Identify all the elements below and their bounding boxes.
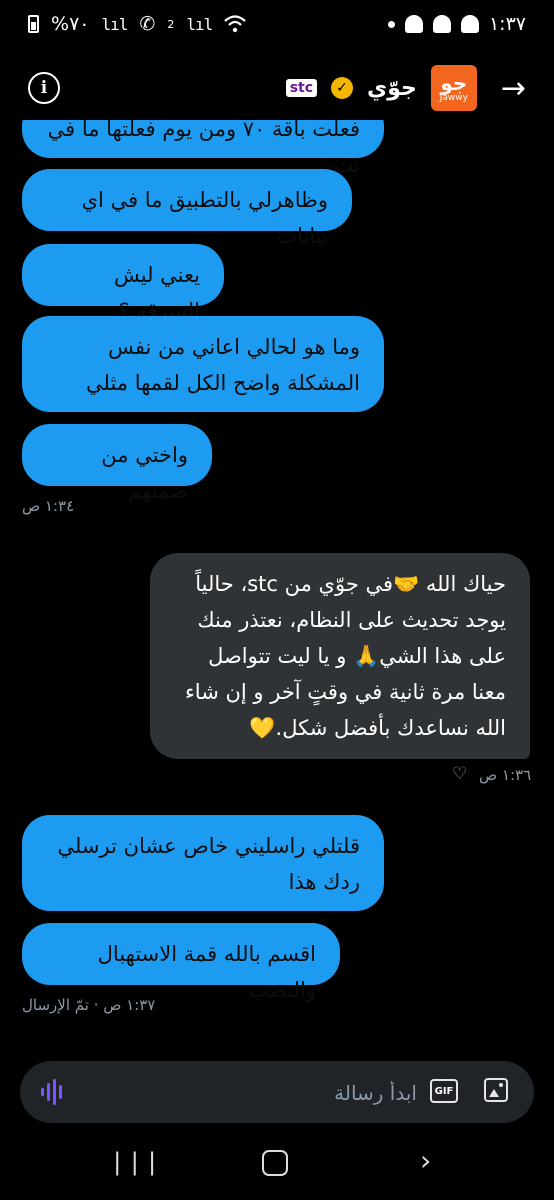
home-icon[interactable] bbox=[262, 1150, 288, 1176]
signal-icon: lıl bbox=[101, 14, 128, 34]
status-bar: %٧٠ lıl ✆ 2 lıl ١:٣٧ bbox=[0, 0, 554, 48]
sim-label: 2 bbox=[167, 17, 175, 31]
info-icon[interactable]: i bbox=[28, 72, 60, 104]
wifi-icon bbox=[224, 15, 246, 33]
message-timestamp: ١:٣٦ ص bbox=[479, 766, 532, 784]
avatar-mark: جو bbox=[440, 71, 468, 95]
avatar[interactable]: جو Jawwy bbox=[430, 65, 477, 111]
notification-dot-icon bbox=[387, 20, 395, 28]
contact-name: جوّي bbox=[367, 75, 417, 101]
message-input[interactable] bbox=[170, 1072, 419, 1114]
message-composer: GIF bbox=[20, 1061, 534, 1123]
status-right: ١:٣٧ bbox=[387, 13, 526, 35]
message-list[interactable]: فعلت باقة ٧٠ ومن يوم فعلتها ما في نت وظا… bbox=[0, 120, 554, 1050]
nav-back-icon[interactable]: › bbox=[420, 1144, 431, 1177]
message-bubble[interactable]: يعني ليش السرقه ؟ bbox=[22, 244, 224, 323]
voice-message-icon[interactable] bbox=[40, 1077, 66, 1107]
message-bubble[interactable]: فعلت باقة ٧٠ ومن يوم فعلتها ما في نت bbox=[22, 120, 384, 177]
add-reaction-icon[interactable]: ♡ bbox=[452, 764, 467, 784]
header-contact[interactable]: stc ✓ جوّي جو Jawwy → bbox=[285, 65, 526, 111]
conversation-header: i stc ✓ جوّي جو Jawwy → bbox=[0, 56, 554, 120]
battery-icon bbox=[28, 15, 39, 33]
message-bubble[interactable]: قلتلي راسليني خاص عشان ترسلي ردك هذا bbox=[22, 815, 384, 911]
message-bubble[interactable]: اقسم بالله قمة الاستهبال والنصب bbox=[22, 923, 340, 1002]
message-bubble-sent[interactable]: حياك الله 🤝في جوّي من stc، حالياً يوجد ت… bbox=[150, 553, 530, 759]
stc-badge: stc bbox=[285, 79, 318, 97]
battery-level: %٧٠ bbox=[51, 13, 90, 35]
signal-icon-2: lıl bbox=[186, 14, 213, 34]
message-bubble[interactable]: وما هو لحالي اعاني من نفس المشكلة واضح ا… bbox=[22, 316, 384, 412]
message-timestamp: ١:٣٧ ص · تمّ الإرسال bbox=[22, 996, 156, 1014]
system-nav-bar: ||| › bbox=[0, 1140, 554, 1200]
snapchat-icon bbox=[404, 15, 423, 33]
clock: ١:٣٧ bbox=[488, 13, 526, 35]
gif-button[interactable]: GIF bbox=[430, 1079, 458, 1103]
message-bubble[interactable]: وظاهرلي بالتطبيق ما في اي بيانات bbox=[22, 169, 352, 248]
verified-icon: ✓ bbox=[331, 77, 354, 99]
avatar-brand: Jawwy bbox=[439, 93, 468, 103]
status-left: %٧٠ lıl ✆ 2 lıl bbox=[28, 13, 246, 35]
image-icon[interactable] bbox=[484, 1078, 508, 1102]
snapchat-icon-3 bbox=[460, 15, 479, 33]
message-timestamp: ١:٣٤ ص bbox=[22, 497, 75, 515]
call-icon: ✆ bbox=[139, 13, 156, 35]
back-arrow-icon[interactable]: → bbox=[501, 71, 526, 106]
snapchat-icon-2 bbox=[432, 15, 451, 33]
recent-apps-icon[interactable]: ||| bbox=[110, 1148, 162, 1176]
message-bubble[interactable]: واختي من ضمنهم bbox=[22, 424, 212, 503]
